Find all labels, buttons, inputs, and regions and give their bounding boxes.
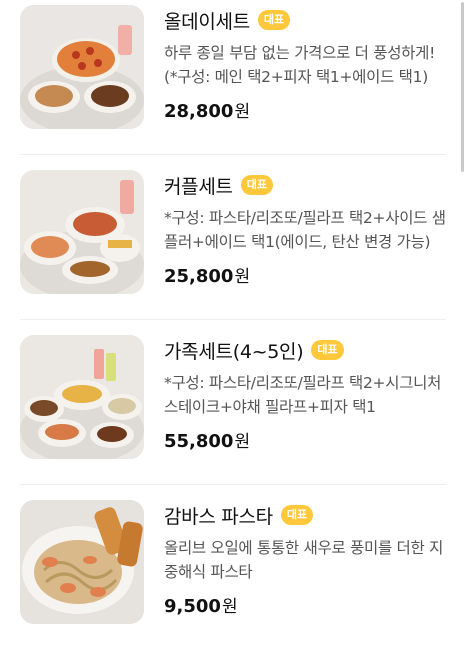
menu-item-image — [20, 335, 144, 459]
menu-item-name: 가족세트(4~5인) — [164, 340, 304, 363]
set-meal-photo — [20, 170, 144, 294]
menu-item-image — [20, 170, 144, 294]
menu-item-info: 감바스 파스타 대표 올리브 오일에 통통한 새우로 풍미를 더한 지중해식 파… — [164, 500, 448, 617]
menu-item[interactable]: 올데이세트 대표 하루 종일 부담 없는 가격으로 더 풍성하게! (*구성: … — [0, 5, 466, 170]
divider — [20, 154, 446, 155]
currency-label: 원 — [234, 267, 251, 287]
divider — [20, 484, 446, 485]
featured-badge: 대표 — [280, 505, 314, 525]
set-meal-photo — [20, 335, 144, 459]
divider — [20, 319, 446, 320]
menu-item-image — [20, 500, 144, 624]
featured-badge: 대표 — [311, 340, 344, 360]
featured-badge: 대표 — [240, 175, 273, 195]
menu-item-name: 커플세트 — [164, 175, 233, 198]
currency-label: 원 — [234, 432, 251, 452]
menu-item-info: 가족세트(4~5인) 대표 *구성: 파스타/리조또/필라프 택2+시그니처 스… — [164, 335, 448, 452]
menu-item-price: 25,800 — [164, 266, 234, 287]
menu-item-info: 커플세트 대표 *구성: 파스타/리조또/필라프 택2+사이드 샘플러+에이드 … — [164, 170, 448, 287]
menu-item[interactable]: 가족세트(4~5인) 대표 *구성: 파스타/리조또/필라프 택2+시그니처 스… — [0, 335, 466, 500]
menu-item[interactable]: 감바스 파스타 대표 올리브 오일에 통통한 새우로 풍미를 더한 지중해식 파… — [0, 500, 466, 649]
set-meal-photo — [20, 5, 144, 129]
pasta-photo — [20, 500, 144, 624]
menu-item-image — [20, 5, 144, 129]
currency-label: 원 — [234, 102, 251, 122]
menu-item-name: 올데이세트 — [164, 10, 250, 33]
menu-item-description: 하루 종일 부담 없는 가격으로 더 풍성하게! (*구성: 메인 택2+피자 … — [164, 44, 435, 86]
currency-label: 원 — [221, 597, 238, 617]
menu-item-price: 28,800 — [164, 101, 234, 122]
scrollbar[interactable] — [461, 2, 464, 172]
menu-item-price: 9,500 — [164, 596, 221, 617]
menu-item-info: 올데이세트 대표 하루 종일 부담 없는 가격으로 더 풍성하게! (*구성: … — [164, 5, 448, 122]
menu-item-name: 감바스 파스타 — [164, 505, 273, 528]
menu-item-description: *구성: 파스타/리조또/필라프 택2+사이드 샘플러+에이드 택1(에이드, … — [164, 209, 446, 251]
featured-badge: 대표 — [257, 10, 291, 30]
menu-list: 올데이세트 대표 하루 종일 부담 없는 가격으로 더 풍성하게! (*구성: … — [0, 0, 466, 649]
menu-item-description: *구성: 파스타/리조또/필라프 택2+시그니처 스테이크+야채 필라프+피자 … — [164, 374, 442, 416]
menu-item-price: 55,800 — [164, 431, 234, 452]
menu-item-description: 올리브 오일에 통통한 새우로 풍미를 더한 지중해식 파스타 — [164, 539, 444, 581]
menu-item[interactable]: 커플세트 대표 *구성: 파스타/리조또/필라프 택2+사이드 샘플러+에이드 … — [0, 170, 466, 335]
